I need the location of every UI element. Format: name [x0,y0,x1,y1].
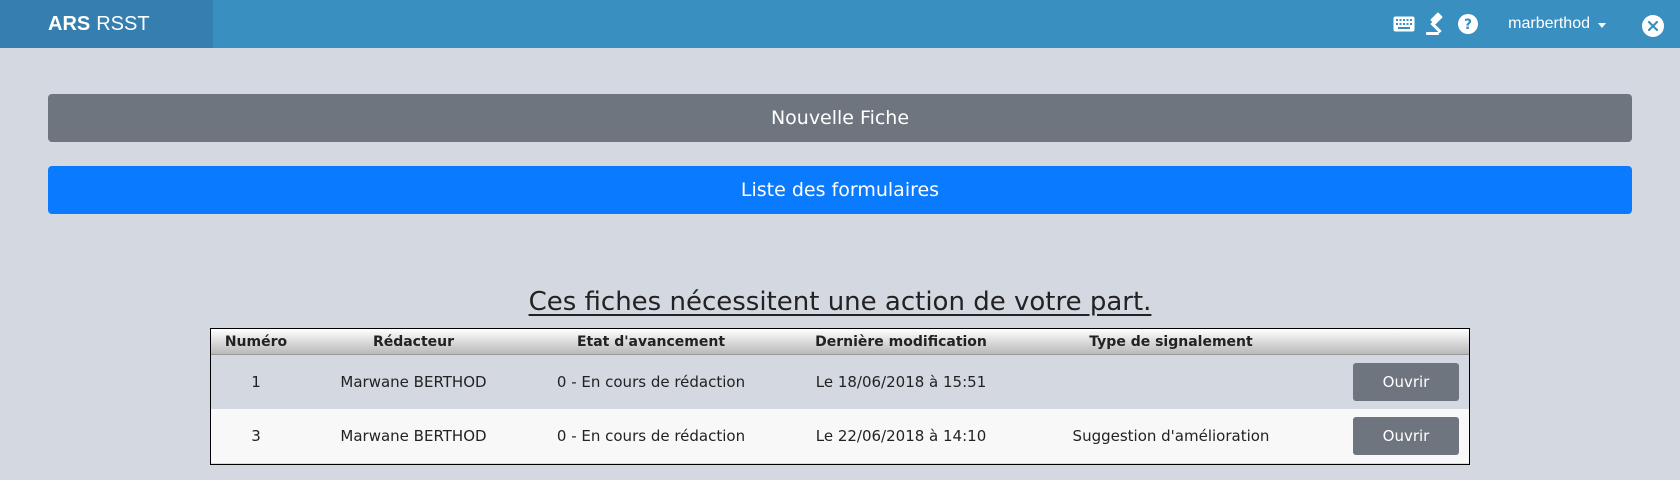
user-menu-dropdown[interactable]: marberthod [1508,15,1606,33]
open-form-button[interactable]: Ouvrir [1353,417,1459,455]
header-etat[interactable]: Etat d'avancement [526,334,776,350]
cell-actions: Ouvrir [1316,417,1469,455]
cell-redacteur: Marwane BERTHOD [340,373,487,391]
svg-text:?: ? [1464,17,1472,33]
cell-etat: 0 - En cours de rédaction [556,427,746,445]
header-redacteur[interactable]: Rédacteur [301,334,526,350]
open-form-button[interactable]: Ouvrir [1353,363,1459,401]
new-form-button[interactable]: Nouvelle Fiche [48,94,1632,142]
keyboard-icon[interactable] [1392,12,1416,36]
cell-modification: Le 22/06/2018 à 14:10 [815,427,987,445]
cell-modification: Le 18/06/2018 à 15:51 [815,373,987,391]
header-modification[interactable]: Dernière modification [776,334,1026,350]
brand-bold: ARS [48,12,91,35]
forms-list-button[interactable]: Liste des formulaires [48,166,1632,214]
pending-forms-table: Numéro Rédacteur Etat d'avancement Derni… [210,328,1470,465]
brand-name: RSST [96,12,150,35]
username: marberthod [1508,15,1590,32]
cell-numero: 1 [251,373,261,391]
table-row: 3 Marwane BERTHOD 0 - En cours de rédact… [211,409,1469,463]
app-brand[interactable]: ARS RSST [0,0,213,48]
cell-actions: Ouvrir [1316,363,1469,401]
cell-numero: 3 [251,427,261,445]
chevron-down-icon [1598,22,1606,28]
section-title: Ces fiches nécessitent une action de vot… [528,287,1152,317]
top-navbar: ARS RSST ? marberthod [0,0,1680,48]
table-row: 1 Marwane BERTHOD 0 - En cours de rédact… [211,355,1469,409]
close-icon[interactable] [1642,15,1664,37]
gavel-icon[interactable] [1424,12,1448,36]
table-header: Numéro Rédacteur Etat d'avancement Derni… [211,329,1469,355]
cell-etat: 0 - En cours de rédaction [556,373,746,391]
cell-redacteur: Marwane BERTHOD [340,427,487,445]
navbar-right: ? marberthod [1392,0,1680,48]
header-numero[interactable]: Numéro [211,334,301,350]
help-icon[interactable]: ? [1456,12,1480,36]
cell-type: Suggestion d'amélioration [1072,427,1270,445]
header-type[interactable]: Type de signalement [1026,334,1316,350]
